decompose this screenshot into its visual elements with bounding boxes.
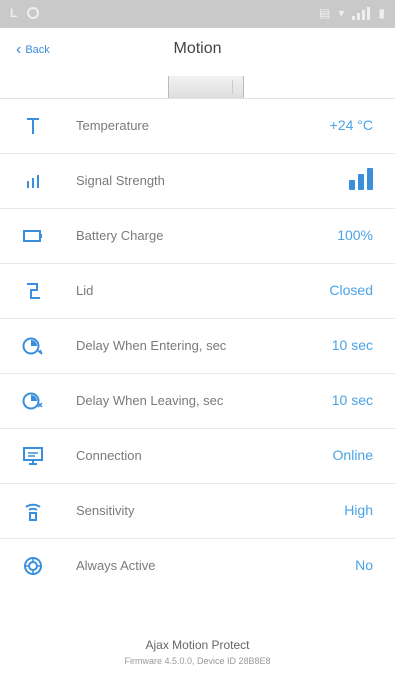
row-delay-entering[interactable]: Delay When Entering, sec 10 sec [0, 319, 395, 374]
status-bar: L ▤ ▾ ▮ [0, 0, 395, 28]
row-sensitivity[interactable]: Sensitivity High [0, 484, 395, 539]
row-label: Connection [76, 448, 142, 463]
row-label: Signal Strength [76, 173, 165, 188]
device-footer: Ajax Motion Protect Firmware 4.5.0.0, De… [0, 638, 395, 666]
status-right-icons: ▤ ▾ ▮ [319, 6, 385, 20]
status-left-icons: L [10, 6, 40, 20]
battery-icon [22, 225, 44, 247]
row-lid[interactable]: Lid Closed [0, 264, 395, 319]
row-value: +24 °C [329, 117, 373, 133]
row-label: Delay When Leaving, sec [76, 393, 224, 408]
signal-bar [367, 168, 373, 190]
row-always-active[interactable]: Always Active No [0, 539, 395, 594]
row-label: Temperature [76, 118, 149, 133]
vibrate-icon: ▤ [319, 6, 331, 20]
row-value: 10 sec [331, 337, 373, 353]
row-value: 100% [337, 227, 373, 243]
product-name: Ajax Motion Protect [145, 638, 250, 652]
row-label: Delay When Entering, sec [76, 338, 227, 353]
signal-bars [349, 168, 373, 190]
row-value: 10 sec [331, 392, 373, 408]
sync-icon [27, 7, 40, 19]
cell-signal-icon [352, 6, 371, 20]
firmware-info: Firmware 4.5.0.0, Device ID 28B8E8 [124, 656, 271, 666]
timer-enter-icon [22, 335, 44, 357]
app-screen: L ▤ ▾ ▮ ‹ Back Motion Temperature +24 °C [0, 0, 395, 682]
device-image-strip [0, 74, 395, 98]
row-label: Always Active [76, 558, 156, 573]
signal-strength-icon [22, 170, 44, 192]
settings-list: Temperature +24 °C Signal Strength Batte… [0, 99, 395, 594]
page-title: Motion [173, 40, 222, 57]
timer-leave-icon [22, 390, 44, 412]
row-label: Lid [76, 283, 94, 298]
device-image [168, 76, 244, 98]
row-delay-leaving[interactable]: Delay When Leaving, sec 10 sec [0, 374, 395, 429]
lid-icon [22, 280, 44, 302]
row-value: Online [332, 447, 373, 463]
row-battery-charge[interactable]: Battery Charge 100% [0, 209, 395, 264]
row-value: Closed [329, 282, 373, 298]
row-label: Sensitivity [76, 503, 135, 518]
row-value: High [344, 502, 373, 518]
nav-bar: ‹ Back Motion [0, 28, 395, 74]
thermometer-icon [22, 115, 44, 137]
wifi-icon: ▾ [338, 6, 345, 20]
row-connection[interactable]: Connection Online [0, 429, 395, 484]
battery-status-icon: ▮ [378, 6, 385, 20]
sensitivity-icon [22, 500, 44, 522]
row-value: No [355, 557, 373, 573]
signal-bar [358, 174, 364, 190]
row-signal-strength[interactable]: Signal Strength [0, 154, 395, 209]
notification-icon: L [10, 6, 18, 20]
row-label: Battery Charge [76, 228, 164, 243]
signal-bar [349, 180, 355, 190]
row-temperature[interactable]: Temperature +24 °C [0, 99, 395, 154]
always-active-icon [22, 555, 44, 577]
monitor-icon [22, 445, 44, 467]
